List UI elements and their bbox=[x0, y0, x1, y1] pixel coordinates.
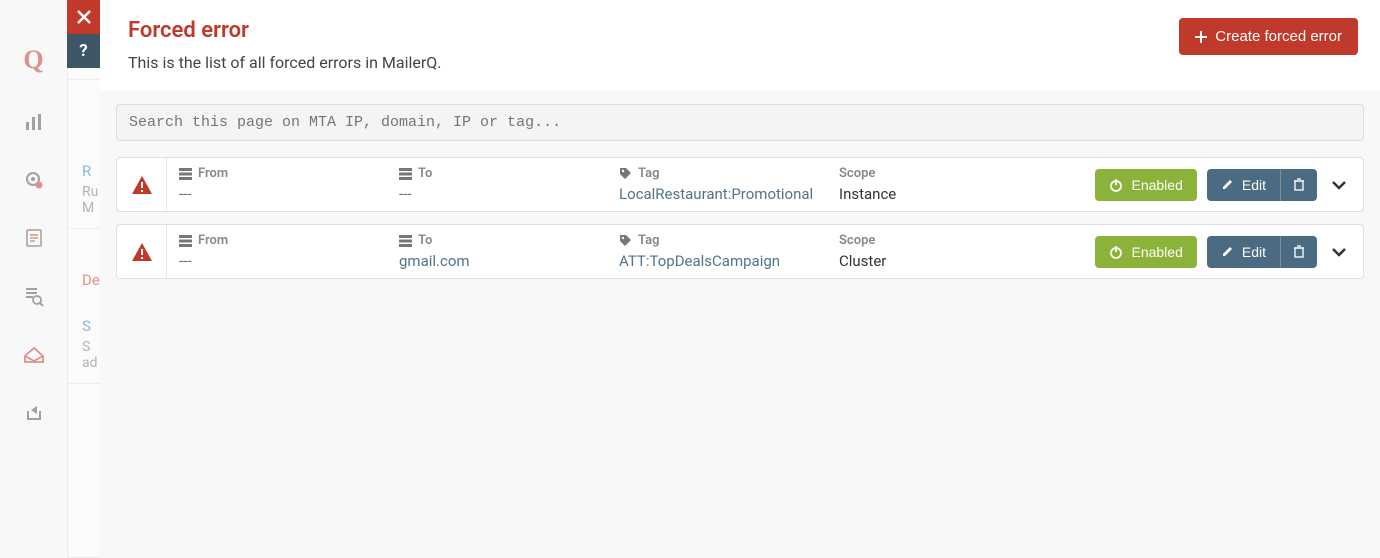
forced-error-row: From --- To gmail.com bbox=[116, 224, 1364, 279]
tag-label: Tag bbox=[638, 233, 659, 248]
expand-toggle[interactable] bbox=[1327, 247, 1351, 257]
from-value: --- bbox=[179, 252, 399, 270]
tag-value: LocalRestaurant:Promotional bbox=[619, 185, 839, 203]
edit-label: Edit bbox=[1242, 244, 1266, 260]
from-label: From bbox=[198, 166, 228, 181]
server-icon bbox=[179, 235, 192, 247]
trash-icon bbox=[1293, 178, 1305, 191]
header: Forced error This is the list of all for… bbox=[100, 0, 1380, 90]
server-icon bbox=[179, 168, 192, 180]
delete-button[interactable] bbox=[1280, 169, 1317, 201]
warning-icon bbox=[117, 158, 167, 211]
create-forced-error-button[interactable]: Create forced error bbox=[1179, 18, 1358, 55]
scope-label: Scope bbox=[839, 166, 1083, 181]
create-button-label: Create forced error bbox=[1215, 28, 1342, 45]
edit-label: Edit bbox=[1242, 177, 1266, 193]
tag-icon bbox=[619, 234, 632, 247]
scope-value: Cluster bbox=[839, 252, 1083, 270]
scope-label: Scope bbox=[839, 233, 1083, 248]
pencil-icon bbox=[1221, 245, 1234, 258]
edit-button[interactable]: Edit bbox=[1207, 236, 1280, 268]
from-label: From bbox=[198, 233, 228, 248]
power-icon bbox=[1109, 178, 1123, 192]
rows-container: From --- To --- bbox=[100, 147, 1380, 289]
forced-error-row: From --- To --- bbox=[116, 157, 1364, 212]
top-controls: ? bbox=[67, 0, 100, 68]
delete-button[interactable] bbox=[1280, 236, 1317, 268]
server-icon bbox=[399, 235, 412, 247]
to-label: To bbox=[418, 233, 432, 248]
tag-value: ATT:TopDealsCampaign bbox=[619, 252, 839, 270]
tag-icon bbox=[619, 167, 632, 180]
to-label: To bbox=[418, 166, 432, 181]
trash-icon bbox=[1293, 245, 1305, 258]
enabled-label: Enabled bbox=[1131, 244, 1182, 260]
page-subtitle: This is the list of all forced errors in… bbox=[128, 53, 1179, 72]
close-button[interactable] bbox=[67, 0, 100, 34]
expand-toggle[interactable] bbox=[1327, 180, 1351, 190]
plus-icon bbox=[1195, 31, 1207, 43]
main-panel: Forced error This is the list of all for… bbox=[100, 0, 1380, 558]
warning-icon bbox=[117, 225, 167, 278]
enabled-toggle-button[interactable]: Enabled bbox=[1095, 169, 1196, 201]
help-button[interactable]: ? bbox=[67, 34, 100, 68]
to-value: gmail.com bbox=[399, 252, 619, 270]
scope-value: Instance bbox=[839, 185, 1083, 203]
from-value: --- bbox=[179, 185, 399, 203]
tag-label: Tag bbox=[638, 166, 659, 181]
search-input[interactable] bbox=[116, 104, 1364, 141]
power-icon bbox=[1109, 245, 1123, 259]
enabled-toggle-button[interactable]: Enabled bbox=[1095, 236, 1196, 268]
pencil-icon bbox=[1221, 178, 1234, 191]
to-value: --- bbox=[399, 185, 619, 203]
search-wrap bbox=[100, 90, 1380, 147]
enabled-label: Enabled bbox=[1131, 177, 1182, 193]
edit-button[interactable]: Edit bbox=[1207, 169, 1280, 201]
server-icon bbox=[399, 168, 412, 180]
page-title: Forced error bbox=[128, 18, 1179, 43]
